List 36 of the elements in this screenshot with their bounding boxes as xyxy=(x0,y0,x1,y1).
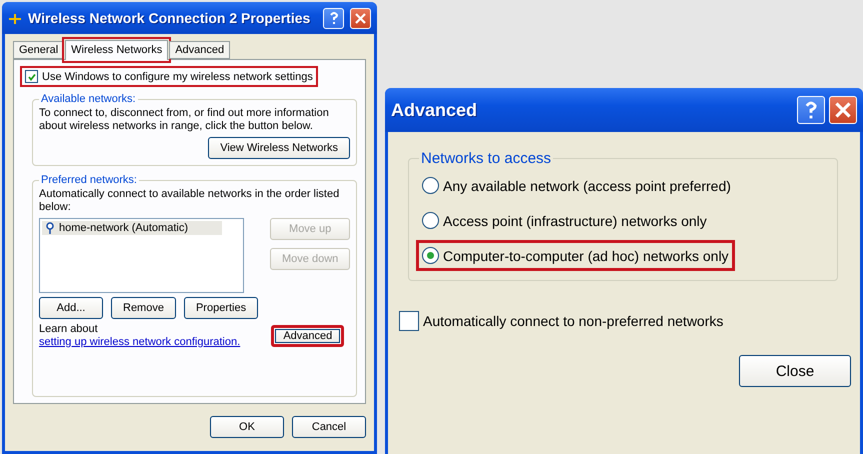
help-button[interactable] xyxy=(323,8,344,28)
close-icon xyxy=(355,12,366,24)
network-item[interactable]: home-network (Automatic) xyxy=(42,221,222,235)
help-button[interactable] xyxy=(797,96,825,124)
dialog-button[interactable]: Cancel xyxy=(292,416,366,438)
tab[interactable]: General xyxy=(13,41,64,59)
radio-option[interactable]: Access point (infrastructure) networks only xyxy=(419,208,710,233)
tab[interactable]: Wireless Networks xyxy=(65,40,168,60)
tab[interactable]: Advanced xyxy=(169,41,230,59)
question-mark-icon xyxy=(804,100,818,120)
group-label: Preferred networks: xyxy=(40,174,138,186)
available-networks-text: To connect to, disconnect from, or find out more information about wireless networks in range, click the button below. xyxy=(39,107,330,133)
preferred-networks-text: Automatically connect to available networks in the order listed below: xyxy=(39,188,340,214)
configure-checkbox[interactable]: Use Windows to configure my wireless network settings xyxy=(22,68,316,85)
list-action-button[interactable]: Add... xyxy=(39,297,103,319)
window-title: Advanced xyxy=(391,100,478,120)
list-action-button[interactable]: Properties xyxy=(184,297,258,319)
dialog-button[interactable]: OK xyxy=(210,416,284,438)
setup-link[interactable]: setting up wireless network configuration. xyxy=(39,336,240,348)
advanced-button[interactable]: Advanced xyxy=(271,325,344,347)
group-label: Available networks: xyxy=(40,93,137,105)
radio-option[interactable]: Any available network (access point preferred) xyxy=(419,173,734,198)
auto-connect-checkbox[interactable]: Automatically connect to non-preferred networks xyxy=(396,309,726,333)
close-dialog-button[interactable]: Close xyxy=(739,355,851,387)
list-action-button[interactable]: Remove xyxy=(111,297,176,319)
close-button[interactable] xyxy=(350,8,371,28)
network-icon xyxy=(8,11,22,25)
checkmark-icon xyxy=(26,72,36,82)
view-networks-button[interactable]: View Wireless Networks xyxy=(208,137,350,159)
antenna-icon xyxy=(45,222,55,234)
question-mark-icon xyxy=(328,11,338,25)
radio-option[interactable]: Computer-to-computer (ad hoc) networks only xyxy=(419,243,732,268)
close-icon xyxy=(835,102,851,118)
window-title: Wireless Network Connection 2 Properties xyxy=(28,10,312,26)
group-label: Networks to access xyxy=(420,150,552,167)
close-button[interactable] xyxy=(829,96,857,124)
